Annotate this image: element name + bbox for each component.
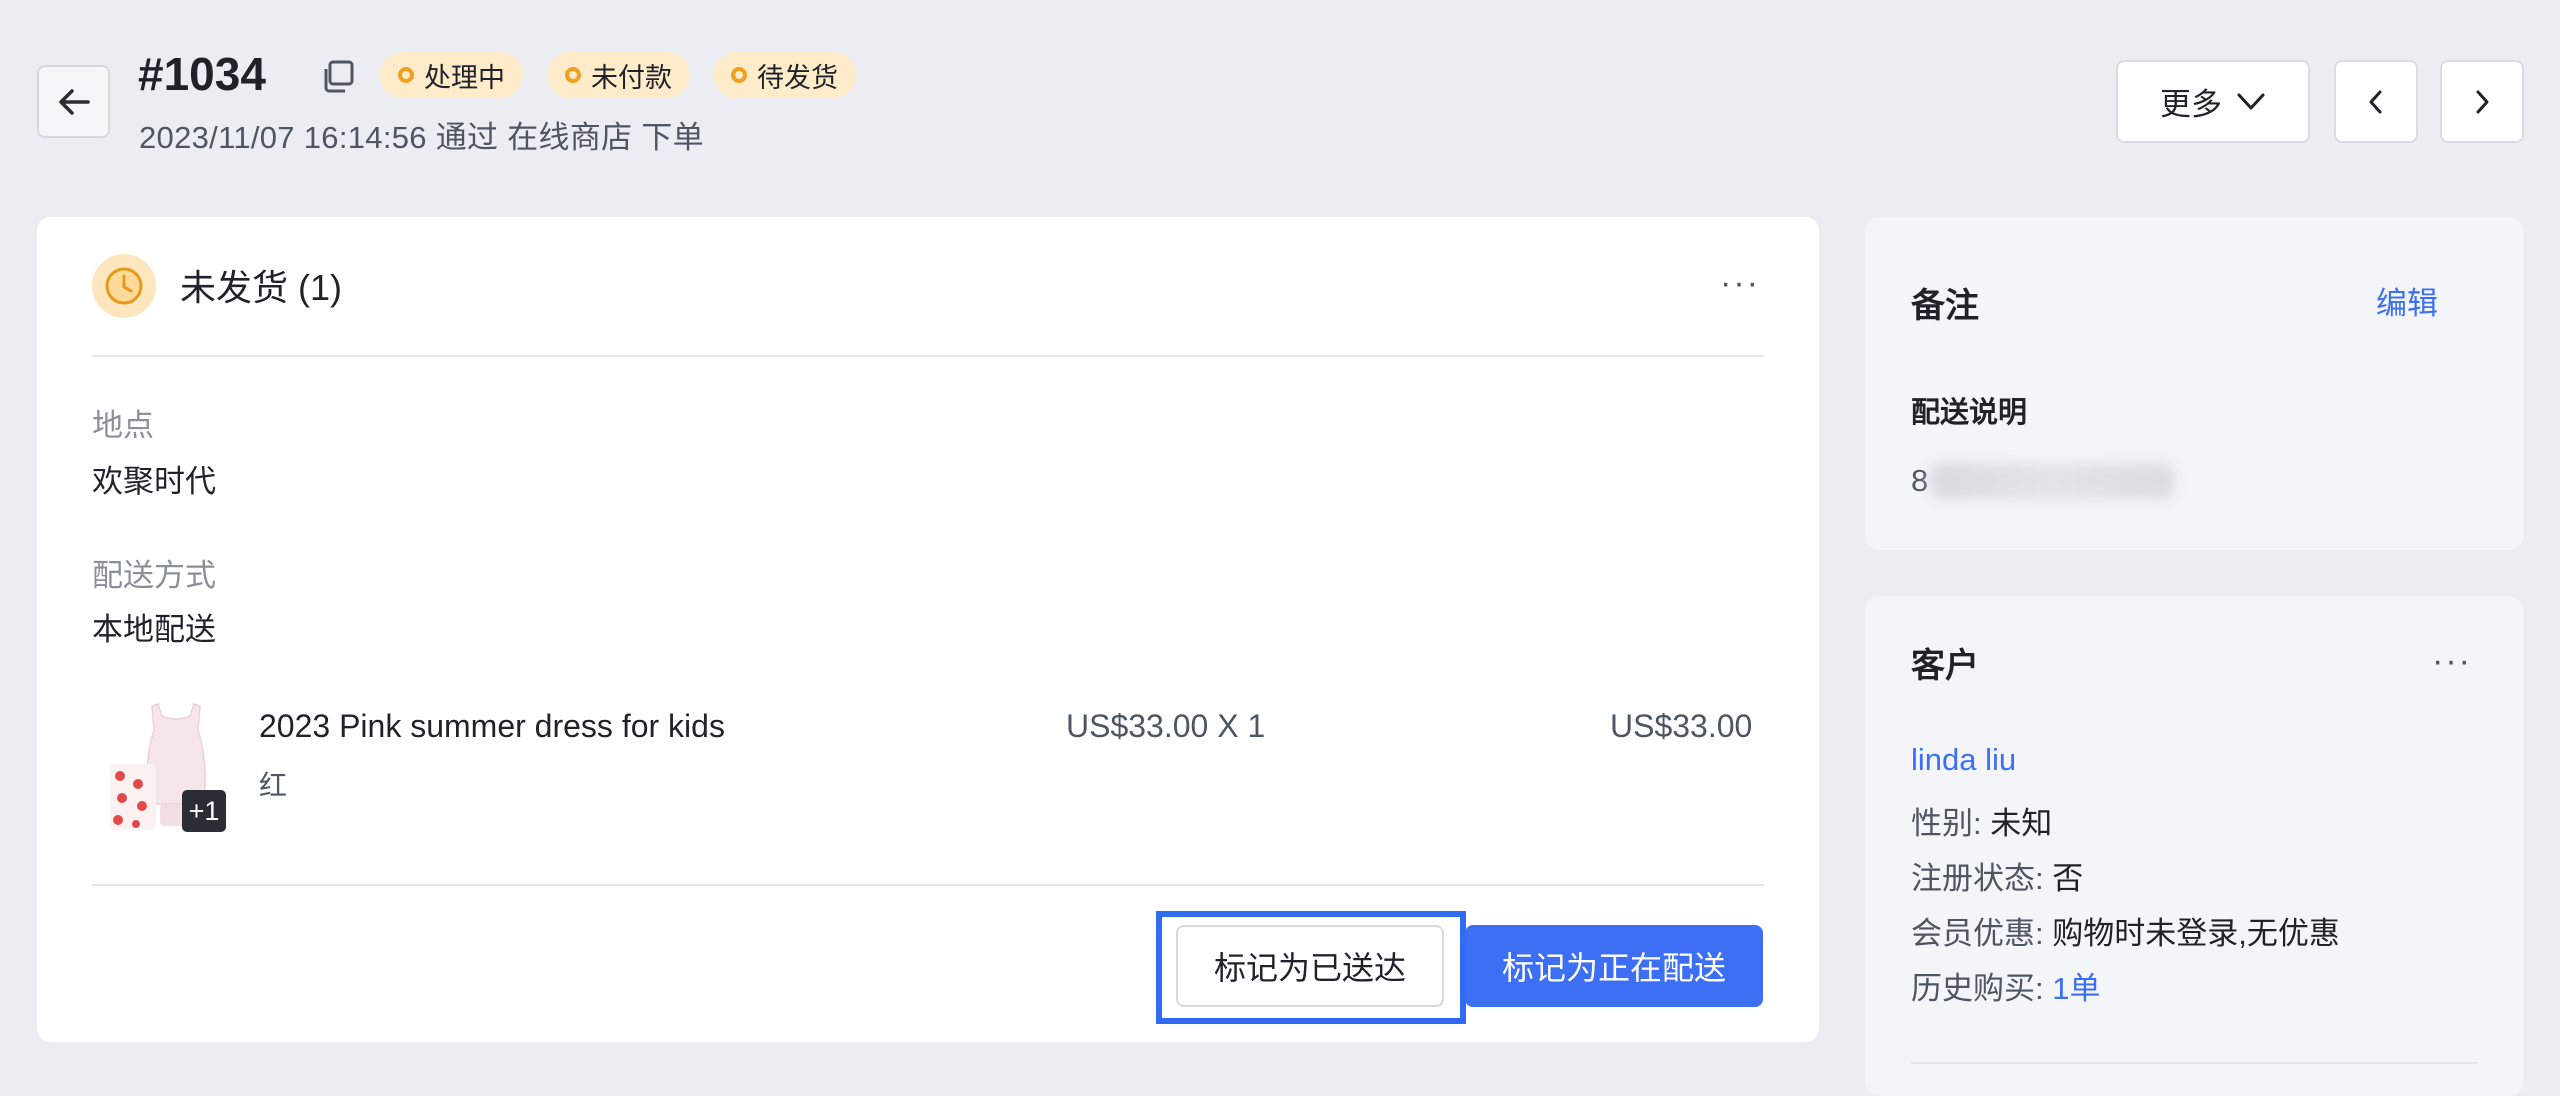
shipping-method-value: 本地配送: [92, 612, 216, 647]
unit-price: US$33.00 X 1: [1066, 708, 1266, 744]
product-name[interactable]: 2023 Pink summer dress for kids: [259, 706, 725, 746]
line-total: US$33.00: [1610, 708, 1753, 744]
delivery-instructions-value: 8: [1911, 463, 1929, 498]
product-variant: 红: [259, 770, 288, 801]
divider: [92, 884, 1764, 886]
status-badge-unpaid: 未付款: [547, 52, 690, 98]
delivery-instructions-title: 配送说明: [1911, 397, 2028, 429]
back-button[interactable]: [37, 65, 110, 138]
mark-delivered-button[interactable]: 标记为已送达: [1176, 925, 1444, 1007]
history-label: 历史购买:: [1911, 971, 2044, 1006]
chevron-left-icon: [2369, 90, 2382, 113]
customer-name-link[interactable]: linda liu: [1911, 740, 2016, 780]
registered-value: 否: [2052, 861, 2084, 896]
registered-label: 注册状态:: [1911, 861, 2044, 896]
chevron-right-icon: [2476, 90, 2489, 113]
fulfillment-title: 未发货 (1): [180, 267, 343, 308]
extra-images-badge: +1: [182, 790, 226, 832]
order-subline: 2023/11/07 16:14:56 通过 在线商店 下单: [139, 120, 704, 155]
customer-registration: 注册状态: 否: [1911, 859, 2083, 899]
discount-label: 会员优惠:: [1911, 916, 2044, 951]
badge-label: 处理中: [424, 62, 505, 93]
badge-label: 待发货: [757, 62, 838, 93]
status-dot-icon: [731, 67, 747, 83]
mark-delivering-button[interactable]: 标记为正在配送: [1465, 925, 1763, 1007]
divider: [92, 355, 1764, 357]
customer-discount: 会员优惠: 购物时未登录,无优惠: [1911, 914, 2340, 954]
note-title: 备注: [1911, 287, 1979, 325]
customer-history: 历史购买: 1单: [1911, 969, 2101, 1009]
gender-label: 性别:: [1911, 806, 1982, 841]
divider: [1911, 1062, 2477, 1064]
customer-title: 客户: [1911, 647, 1979, 685]
customer-gender: 性别: 未知: [1911, 804, 2052, 844]
badge-label: 未付款: [591, 62, 672, 93]
previous-order-button[interactable]: [2334, 60, 2418, 143]
location-value: 欢聚时代: [92, 464, 216, 499]
status-badge-unshipped: 待发货: [713, 52, 856, 98]
status-dot-icon: [398, 67, 414, 83]
history-value-link[interactable]: 1单: [2052, 971, 2100, 1006]
edit-note-link[interactable]: 编辑: [2376, 284, 2438, 324]
status-dot-icon: [565, 67, 581, 83]
status-badge-processing: 处理中: [380, 52, 523, 98]
copy-icon[interactable]: [318, 56, 358, 96]
chevron-down-icon: [2237, 93, 2265, 109]
order-id: #1034: [138, 48, 266, 100]
location-label: 地点: [92, 408, 154, 443]
note-card: [1865, 217, 2523, 550]
next-order-button[interactable]: [2440, 60, 2524, 143]
redacted-text: [1930, 463, 2174, 499]
discount-value: 购物时未登录,无优惠: [2052, 916, 2340, 951]
customer-more-options-icon[interactable]: ···: [2432, 644, 2482, 686]
more-label: 更多: [2160, 87, 2222, 122]
arrow-left-icon: [58, 88, 90, 115]
shipping-method-label: 配送方式: [92, 558, 216, 593]
more-button[interactable]: 更多: [2116, 60, 2310, 143]
more-options-icon[interactable]: ···: [1720, 266, 1770, 308]
fulfillment-card: [37, 217, 1819, 1042]
clock-icon: [92, 254, 156, 318]
gender-value: 未知: [1990, 806, 2053, 841]
